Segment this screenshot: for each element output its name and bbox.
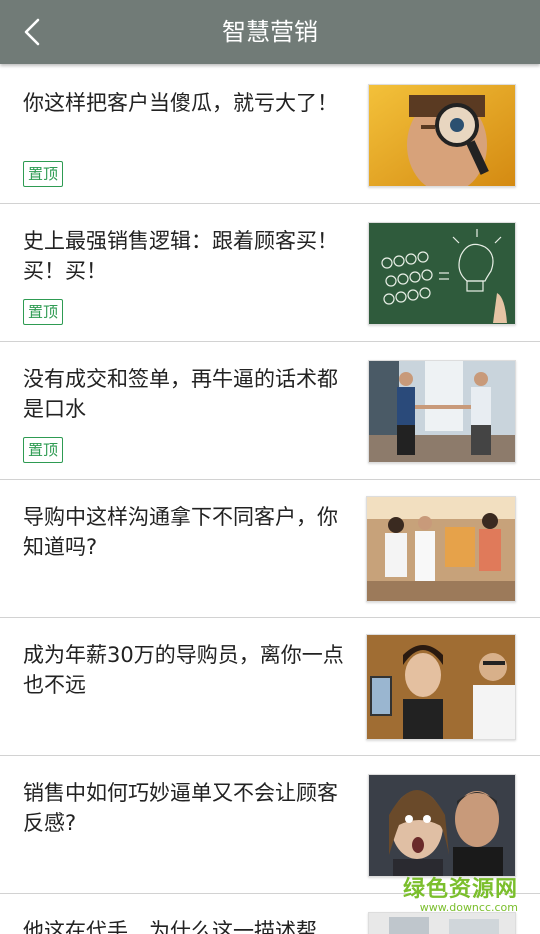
page-title: 智慧营销 bbox=[222, 18, 318, 46]
article-item[interactable]: 你这样把客户当傻瓜，就亏大了！ 置顶 bbox=[0, 66, 540, 204]
article-item[interactable]: 没有成交和签单，再牛逼的话术都是口水 置顶 bbox=[0, 342, 540, 480]
article-thumbnail bbox=[368, 912, 516, 934]
article-item[interactable]: 导购中这样沟通拿下不同客户，你知道吗? bbox=[0, 480, 540, 618]
article-thumbnail bbox=[368, 360, 516, 463]
app-header: 智慧营销 bbox=[0, 0, 540, 64]
article-thumbnail bbox=[368, 774, 516, 877]
pinned-badge: 置顶 bbox=[23, 437, 64, 463]
watermark-name: 绿色资源网 bbox=[402, 877, 518, 902]
watermark-url: www.downcc.com bbox=[419, 901, 518, 914]
article-thumbnail bbox=[368, 222, 516, 325]
article-title: 史上最强销售逻辑：跟着顾客买！买！买！ bbox=[23, 229, 338, 283]
site-watermark: 绿色资源网 www.downcc.com bbox=[403, 871, 518, 914]
pinned-badge: 置顶 bbox=[23, 161, 64, 187]
article-title: 没有成交和签单，再牛逼的话术都是口水 bbox=[23, 367, 338, 421]
article-title: 销售中如何巧妙逼单又不会让顾客反感? bbox=[23, 781, 338, 835]
article-thumbnail bbox=[368, 84, 516, 187]
article-thumbnail bbox=[366, 496, 516, 602]
article-list: 你这样把客户当傻瓜，就亏大了！ 置顶 史上最强销售逻辑：跟着顾客买！买！买！ 置… bbox=[0, 66, 540, 934]
article-title: 成为年薪30万的导购员，离你一点也不远 bbox=[23, 643, 344, 697]
pinned-badge: 置顶 bbox=[23, 299, 64, 325]
article-title: 他这在代手…为什么这一描述帮 bbox=[23, 919, 317, 934]
article-item[interactable]: 成为年薪30万的导购员，离你一点也不远 bbox=[0, 618, 540, 756]
article-item[interactable]: 史上最强销售逻辑：跟着顾客买！买！买！ 置顶 bbox=[0, 204, 540, 342]
article-title: 导购中这样沟通拿下不同客户，你知道吗? bbox=[23, 505, 338, 559]
article-thumbnail bbox=[366, 634, 516, 740]
article-title: 你这样把客户当傻瓜，就亏大了！ bbox=[23, 91, 338, 115]
